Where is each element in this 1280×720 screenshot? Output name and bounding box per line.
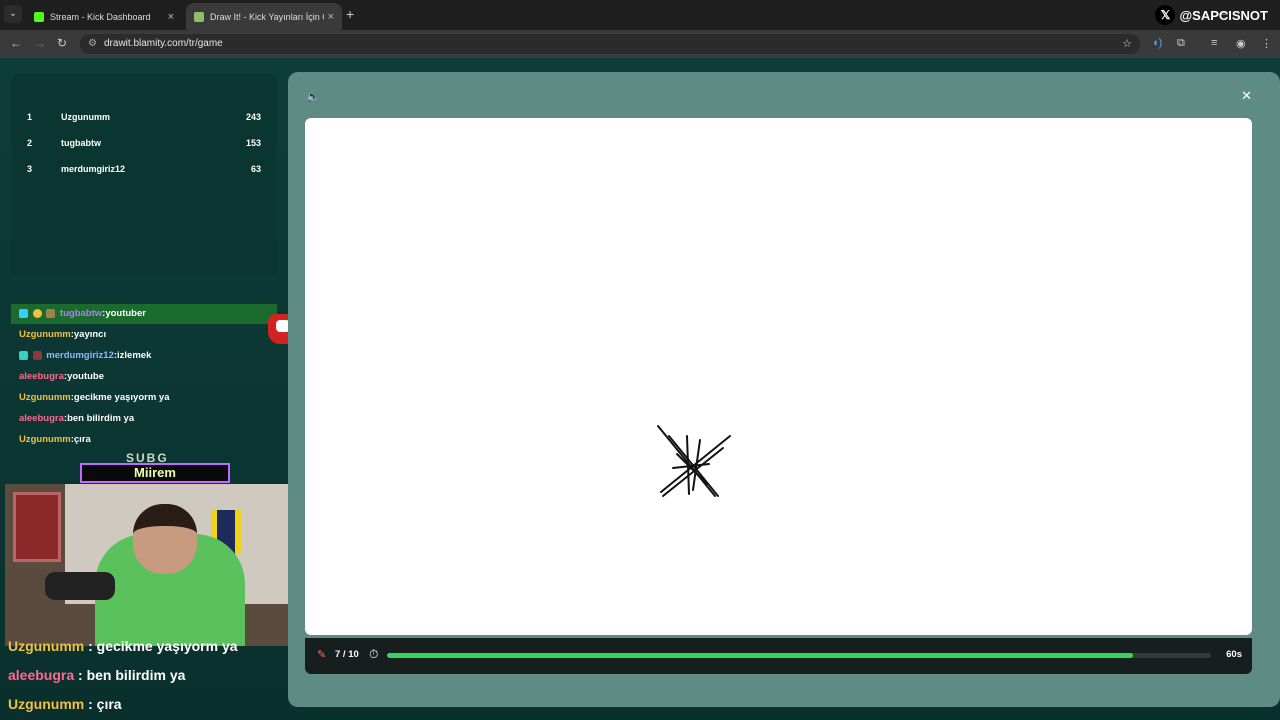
overlay-username: aleebugra — [8, 667, 75, 683]
chat-text: youtube — [67, 371, 105, 382]
time-remaining: 60s — [1226, 649, 1242, 660]
tab-draw-it[interactable]: Draw It! - Kick Yayınları İçin Çizim × — [186, 3, 342, 30]
tab-search-icon[interactable]: ⌄ — [4, 5, 22, 23]
browser-toolbar: ← → ↻ ⚙ drawit.blamity.com/tr/game ☆ ◖) … — [0, 30, 1280, 58]
time-progress-fill — [387, 653, 1133, 658]
overlay-text: ben bilirdim ya — [86, 667, 186, 683]
overlay-username: Uzgunumm — [8, 696, 85, 712]
reload-icon[interactable]: ↻ — [57, 36, 67, 50]
stream-chat-overlay-line: aleebugra : ben bilirdim ya — [8, 667, 186, 683]
chat-text: izlemek — [117, 350, 152, 361]
player-name: Uzgunumm — [61, 112, 110, 122]
sound-icon[interactable]: 🔈 — [306, 90, 320, 103]
overlay-text: gecikme yaşıyorm ya — [96, 638, 238, 654]
coin-badge-icon — [32, 308, 42, 318]
chat-text: gecikme yaşıyorm ya — [73, 392, 170, 403]
kick-favicon-icon — [34, 11, 44, 22]
drawit-favicon-icon — [194, 11, 204, 22]
x-handle-text: @SAPCISNOT — [1179, 7, 1268, 23]
chat-message: tugbabtw:youtuber — [11, 304, 277, 324]
stream-chat-overlay-line: Uzgunumm : çıra — [8, 696, 122, 712]
leaderboard: 1 Uzgunumm 243 2 tugbabtw 153 3 merdumgi… — [11, 74, 277, 276]
game-page: 1 Uzgunumm 243 2 tugbabtw 153 3 merdumgi… — [0, 58, 1280, 720]
new-tab-icon[interactable]: + — [346, 6, 354, 22]
close-icon[interactable]: ✕ — [1241, 88, 1252, 104]
sub-alert-name: Miirem — [80, 463, 230, 483]
chat-username[interactable]: merdumgiriz12 — [46, 350, 114, 361]
chat-text: yayıncı — [73, 329, 107, 340]
menu-kebab-icon[interactable]: ⋮ — [1261, 37, 1272, 50]
url-text: drawit.blamity.com/tr/game — [104, 38, 223, 49]
chat-username[interactable]: aleebugra — [19, 371, 64, 382]
chat-message: Uzgunumm:çıra — [19, 434, 91, 445]
forward-icon[interactable]: → — [34, 36, 46, 50]
player-name: tugbabtw — [61, 138, 101, 148]
site-info-icon[interactable]: ⚙ — [88, 34, 97, 54]
chat-text: ben bilirdim ya — [67, 413, 135, 424]
tab-close-icon[interactable]: × — [328, 11, 334, 23]
webcam-feed — [5, 484, 296, 646]
audio-icon[interactable]: ◖) — [1152, 37, 1162, 49]
verified-badge-icon — [19, 350, 28, 360]
profile-icon[interactable]: ◉ — [1236, 37, 1246, 50]
round-counter: 7 / 10 — [335, 649, 359, 660]
media-control-icon[interactable]: ≡ — [1211, 37, 1217, 49]
rank: 1 — [27, 112, 33, 122]
drawing-game-modal: 🔈 ✕ ✎ 7 / 10 ⏱ 60s — [288, 72, 1280, 707]
chat-username[interactable]: Uzgunumm — [19, 434, 71, 445]
tab-title: Stream - Kick Dashboard — [50, 11, 151, 22]
x-logo-icon: 𝕏 — [1155, 5, 1176, 25]
chat-username[interactable]: aleebugra — [19, 413, 64, 424]
overlay-username: Uzgunumm — [8, 638, 85, 654]
time-progress-bar — [387, 653, 1211, 658]
rank: 2 — [27, 138, 33, 148]
stopwatch-icon: ⏱ — [369, 647, 379, 661]
drawing-canvas[interactable] — [305, 118, 1252, 635]
player-points: 63 — [250, 164, 261, 174]
bookmark-star-icon[interactable]: ☆ — [1122, 34, 1132, 54]
chat-text: youtuber — [105, 308, 146, 319]
leaderboard-row: 3 merdumgiriz12 63 — [11, 164, 277, 180]
moderator-badge-icon — [19, 308, 28, 318]
tab-close-icon[interactable]: × — [168, 11, 174, 23]
pencil-icon: ✎ — [317, 649, 327, 661]
webcam-microphone — [45, 572, 115, 600]
rank: 3 — [27, 164, 33, 174]
browser-tab-bar: ⌄ Stream - Kick Dashboard × Draw It! - K… — [0, 0, 1280, 30]
chat-message: merdumgiriz12:izlemek — [11, 346, 277, 366]
leaderboard-row: 1 Uzgunumm 243 — [11, 112, 277, 128]
chat-message: aleebugra:ben bilirdim ya — [19, 413, 135, 424]
chat-text: çıra — [73, 434, 91, 445]
chat-username[interactable]: Uzgunumm — [19, 329, 71, 340]
sub-alert: SUBG Miirem — [80, 451, 230, 487]
chat-username[interactable]: Uzgunumm — [19, 392, 71, 403]
overlay-text: çıra — [96, 696, 122, 712]
webcam-wall-rug — [13, 492, 61, 562]
game-status-bar: ✎ 7 / 10 ⏱ 60s — [305, 638, 1252, 674]
stroke — [660, 435, 731, 493]
chat-message: aleebugra:youtube — [19, 371, 105, 382]
chat-username[interactable]: tugbabtw — [60, 308, 102, 319]
player-points: 153 — [245, 138, 261, 148]
player-points: 243 — [245, 112, 261, 122]
chat-message: Uzgunumm:yayıncı — [19, 329, 107, 340]
tab-title: Draw It! - Kick Yayınları İçin Çizim — [210, 11, 324, 22]
stream-chat-overlay-line: Uzgunumm : gecikme yaşıyorm ya — [8, 638, 238, 654]
x-handle-overlay: 𝕏 @SAPCISNOT — [1155, 4, 1268, 26]
leaderboard-row: 2 tugbabtw 153 — [11, 138, 277, 154]
drawing-strokes — [657, 425, 731, 497]
webcam-streamer-head — [133, 504, 197, 574]
tab-kick-dashboard[interactable]: Stream - Kick Dashboard × — [26, 3, 182, 30]
player-name: merdumgiriz12 — [61, 164, 126, 174]
extensions-icon[interactable]: ⧉ — [1177, 37, 1185, 50]
back-icon[interactable]: ← — [10, 36, 22, 50]
chat-message: Uzgunumm:gecikme yaşıyorm ya — [19, 392, 170, 403]
address-bar[interactable]: ⚙ drawit.blamity.com/tr/game ☆ — [80, 34, 1140, 54]
sub-badge-icon — [32, 350, 42, 360]
sub-badge-icon — [46, 308, 56, 318]
